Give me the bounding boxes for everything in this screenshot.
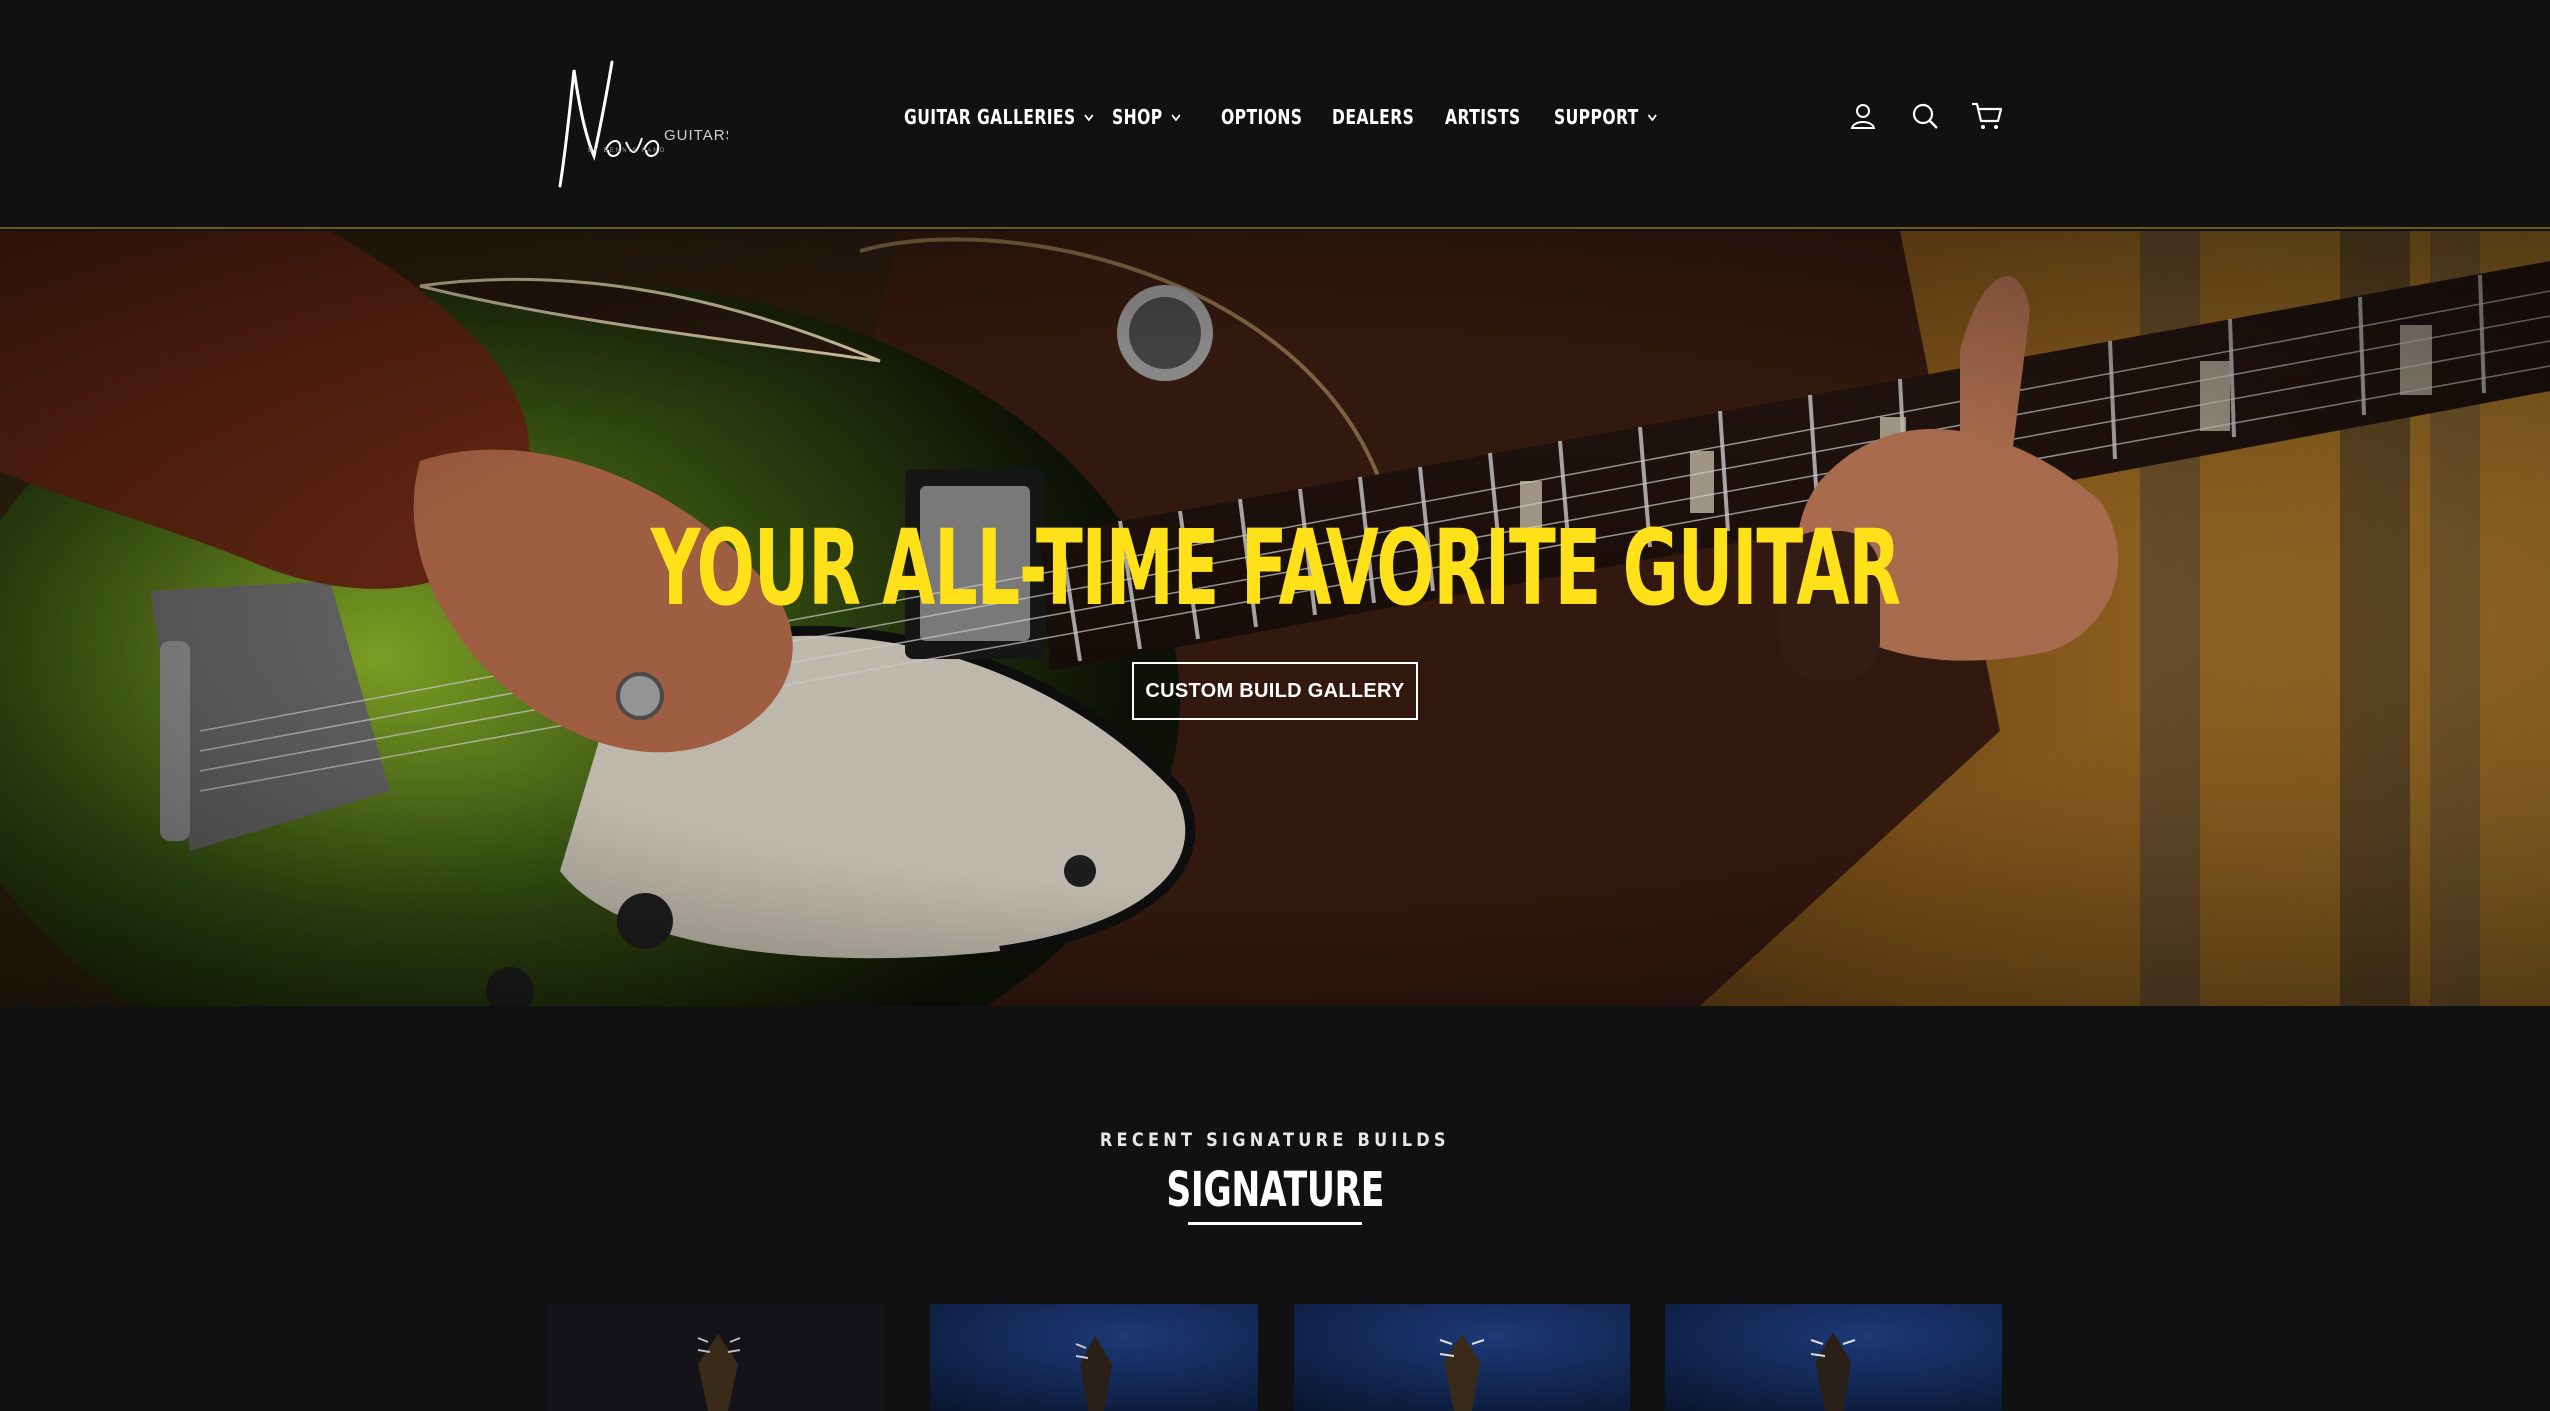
nav-options[interactable]: OPTIONS <box>1221 105 1302 129</box>
chevron-down-icon <box>1084 114 1094 122</box>
nav-support[interactable]: SUPPORT <box>1554 105 1657 129</box>
nav-artists[interactable]: ARTISTS <box>1445 105 1521 129</box>
nav-label: OPTIONS <box>1221 105 1303 129</box>
brand-logo[interactable]: GUITARS BY DENNIS FANO <box>548 58 736 192</box>
hero-banner: YOUR ALL-TIME FAVORITE GUITAR CUSTOM BUI… <box>0 231 2550 1006</box>
nav-dealers[interactable]: DEALERS <box>1332 105 1414 129</box>
header-icons <box>1845 98 2031 134</box>
nav-guitar-galleries[interactable]: GUITAR GALLERIES <box>904 105 1094 129</box>
nav-shop[interactable]: SHOP <box>1112 105 1181 129</box>
chevron-down-icon <box>1647 114 1657 122</box>
signature-card[interactable] <box>1665 1304 2002 1411</box>
signature-card[interactable] <box>548 1304 884 1411</box>
section-eyebrow: RECENT SIGNATURE BUILDS <box>1100 1129 1450 1151</box>
nav-label: SHOP <box>1112 105 1163 129</box>
custom-build-gallery-button[interactable]: CUSTOM BUILD GALLERY <box>1132 662 1418 720</box>
nav-label: DEALERS <box>1332 105 1415 129</box>
search-icon[interactable] <box>1907 98 1943 134</box>
signature-cards <box>0 1304 2550 1411</box>
brand-wordmark: GUITARS <box>664 127 728 144</box>
nav-label: SUPPORT <box>1554 105 1639 129</box>
chevron-down-icon <box>1171 114 1181 122</box>
account-icon[interactable] <box>1845 98 1881 134</box>
nav-label: GUITAR GALLERIES <box>904 105 1076 129</box>
nav-label: ARTISTS <box>1445 105 1521 129</box>
hero-title: YOUR ALL-TIME FAVORITE GUITAR <box>650 507 1900 629</box>
nav-slot: SUPPORT <box>1554 100 1735 134</box>
cart-icon[interactable] <box>1969 98 2005 134</box>
section-title-underline <box>1188 1222 1362 1225</box>
brand-tagline: BY DENNIS FANO <box>588 148 666 154</box>
site-header: GUITARS BY DENNIS FANO GUITAR GALLERIES … <box>0 0 2550 229</box>
section-title: SIGNATURE <box>1166 1162 1384 1218</box>
signature-card[interactable] <box>930 1304 1258 1411</box>
signature-card[interactable] <box>1294 1304 1630 1411</box>
